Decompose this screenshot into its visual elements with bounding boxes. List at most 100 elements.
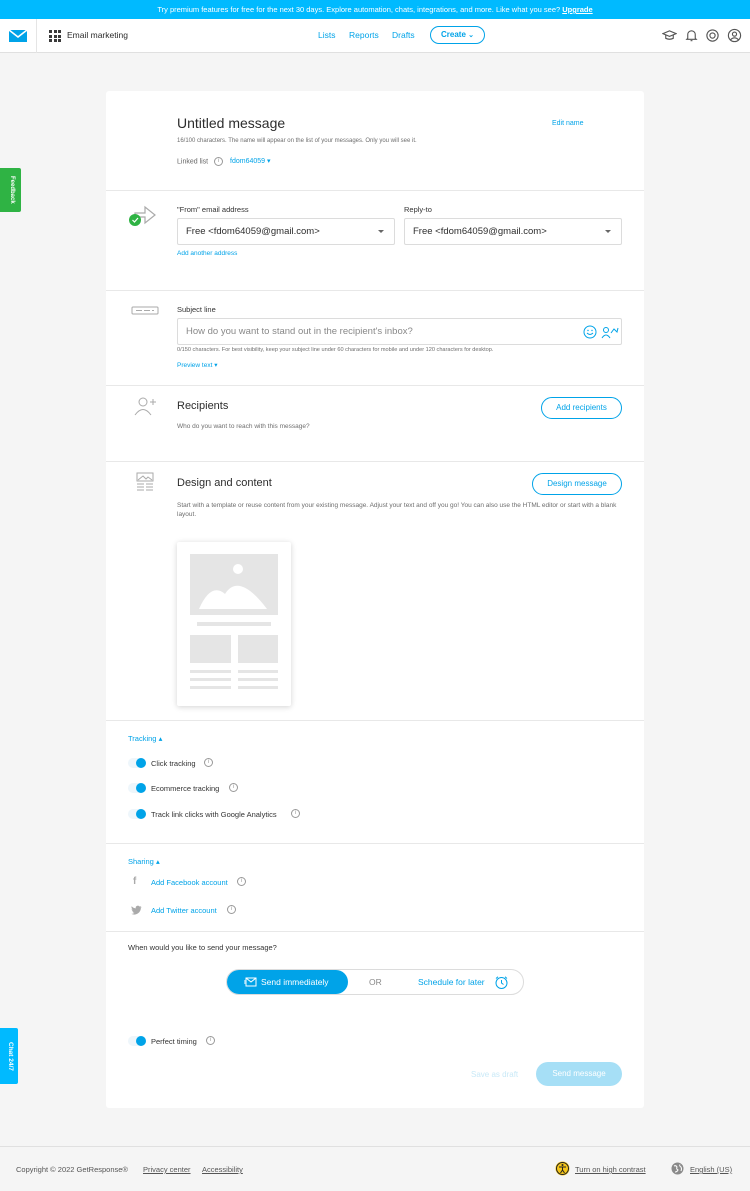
message-title: Untitled message <box>177 115 286 131</box>
name-hint: 16/100 characters. The name will appear … <box>177 138 417 144</box>
divider <box>106 720 644 721</box>
linked-list-value: fdom64059 <box>230 158 266 166</box>
bell-icon[interactable] <box>684 28 699 43</box>
preview-text-label: Preview text <box>177 362 213 369</box>
nav-lists[interactable]: Lists <box>318 30 335 40</box>
google-analytics-label: Track link clicks with Google Analytics <box>151 810 277 819</box>
add-person-icon <box>134 397 156 416</box>
divider <box>106 461 644 462</box>
template-thumbnail[interactable] <box>177 542 291 706</box>
help-icon[interactable] <box>705 28 720 43</box>
promo-bar: Try premium features for free for the ne… <box>0 0 750 19</box>
design-title: Design and content <box>177 477 272 489</box>
info-icon[interactable]: i <box>227 905 236 914</box>
reply-to-value: Free <fdom64059@gmail.com> <box>413 226 547 237</box>
account-icon[interactable] <box>727 28 742 43</box>
feedback-tab[interactable]: Feedback <box>0 168 21 212</box>
emoji-icon[interactable] <box>583 325 597 339</box>
edit-name-link[interactable]: Edit name <box>552 120 584 127</box>
forward-arrow-icon <box>129 205 156 226</box>
caret-down-icon <box>605 230 611 233</box>
divider <box>106 843 644 844</box>
or-separator: OR <box>369 977 382 987</box>
send-timing-selector: Send immediately OR Schedule for later <box>226 969 524 995</box>
add-facebook-link[interactable]: Add Facebook account <box>151 878 228 887</box>
linked-list-select[interactable]: fdom64059 ▾ <box>230 158 271 165</box>
layout-icon <box>136 472 154 491</box>
page-footer: Copyright © 2022 GetResponse® Privacy ce… <box>0 1146 750 1191</box>
subject-line-input[interactable] <box>186 319 576 344</box>
preview-text-toggle[interactable]: Preview text ▾ <box>177 361 217 369</box>
reply-to-label: Reply-to <box>404 205 432 214</box>
privacy-center-link[interactable]: Privacy center <box>143 1165 191 1174</box>
ecommerce-tracking-switch[interactable] <box>128 783 146 793</box>
envelope-logo-icon <box>9 30 27 42</box>
ecommerce-tracking-label: Ecommerce tracking <box>151 784 220 793</box>
info-icon[interactable]: i <box>214 157 224 166</box>
apps-grid-icon[interactable] <box>49 30 61 42</box>
design-message-button[interactable]: Design message <box>532 473 622 495</box>
divider <box>106 385 644 386</box>
accessibility-icon <box>555 1161 570 1176</box>
high-contrast-link[interactable]: Turn on high contrast <box>575 1165 646 1174</box>
perfect-timing-switch[interactable] <box>128 1036 146 1046</box>
app-name: Email marketing <box>67 30 128 40</box>
nav-reports[interactable]: Reports <box>349 30 379 40</box>
send-immediately-label: Send immediately <box>261 977 329 987</box>
divider <box>106 190 644 191</box>
divider <box>106 290 644 291</box>
caret-down-icon <box>378 230 384 233</box>
subject-line-field <box>177 318 622 345</box>
recipients-title: Recipients <box>177 400 229 412</box>
click-tracking-label: Click tracking <box>151 759 196 768</box>
chevron-down-icon: ⌄ <box>468 32 474 39</box>
sharing-toggle[interactable]: Sharing ▴ <box>128 857 160 866</box>
send-question: When would you like to send your message… <box>128 943 277 952</box>
send-message-button[interactable]: Send message <box>536 1062 622 1086</box>
clock-icon <box>495 976 508 989</box>
top-navigation: Email marketing Lists Reports Drafts Cre… <box>0 19 750 53</box>
linked-list-label: Linked list <box>177 158 209 166</box>
save-as-draft-button[interactable]: Save as draft <box>471 1070 518 1079</box>
divider <box>106 931 644 932</box>
globe-icon <box>671 1162 684 1175</box>
send-immediately-option[interactable]: Send immediately <box>227 970 348 994</box>
add-recipients-button[interactable]: Add recipients <box>541 397 622 419</box>
upgrade-link[interactable]: Upgrade <box>562 5 592 14</box>
info-icon[interactable]: i <box>291 809 300 818</box>
from-email-value: Free <fdom64059@gmail.com> <box>186 226 320 237</box>
google-analytics-switch[interactable] <box>128 809 146 819</box>
info-icon[interactable]: i <box>204 758 213 767</box>
chat-tab[interactable]: Chat 24/7 <box>0 1028 18 1084</box>
from-email-select[interactable]: Free <fdom64059@gmail.com> <box>177 218 395 245</box>
promo-text: Try premium features for free for the ne… <box>157 5 561 14</box>
info-icon[interactable]: i <box>237 877 246 886</box>
reply-to-select[interactable]: Free <fdom64059@gmail.com> <box>404 218 622 245</box>
info-icon[interactable]: i <box>206 1036 215 1045</box>
tracking-header: Tracking <box>128 734 157 743</box>
from-label: "From" email address <box>177 205 249 214</box>
add-another-address-link[interactable]: Add another address <box>177 250 237 257</box>
schedule-later-option[interactable]: Schedule for later <box>418 977 485 987</box>
copyright-text: Copyright © 2022 GetResponse® <box>16 1165 128 1174</box>
getresponse-logo[interactable] <box>0 19 37 53</box>
add-twitter-link[interactable]: Add Twitter account <box>151 906 217 915</box>
recipients-desc: Who do you want to reach with this messa… <box>177 423 310 430</box>
language-selector[interactable]: English (US) <box>690 1165 732 1174</box>
academy-icon[interactable] <box>662 28 677 43</box>
sharing-header: Sharing <box>128 857 154 866</box>
create-label: Create <box>440 30 466 39</box>
tracking-toggle[interactable]: Tracking ▴ <box>128 734 162 743</box>
accessibility-link[interactable]: Accessibility <box>202 1165 243 1174</box>
create-button[interactable]: Create ⌄ <box>430 26 485 44</box>
nav-drafts[interactable]: Drafts <box>392 30 415 40</box>
template-preview-image <box>190 554 278 689</box>
click-tracking-switch[interactable] <box>128 758 146 768</box>
schedule-later-label: Schedule for later <box>418 977 485 987</box>
twitter-icon <box>131 905 142 915</box>
send-envelope-icon <box>244 977 257 987</box>
personalize-icon[interactable] <box>601 325 619 339</box>
info-icon[interactable]: i <box>229 783 238 792</box>
perfect-timing-label: Perfect timing <box>151 1037 197 1046</box>
design-desc: Start with a template or reuse content f… <box>177 502 617 518</box>
